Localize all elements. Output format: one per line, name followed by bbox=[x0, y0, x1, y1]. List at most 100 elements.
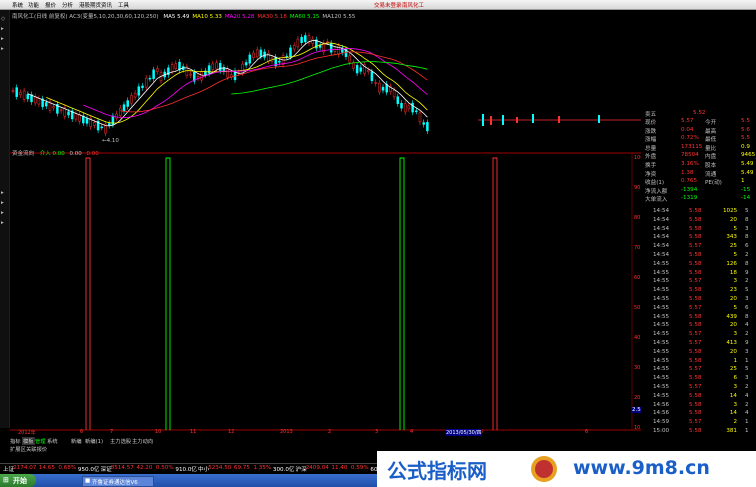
quote-info-label: 涨跌 bbox=[645, 128, 657, 135]
quote-info-row: 净资 1.38 流通 5.49 bbox=[641, 170, 756, 178]
quote-info-row: 净流入额 -1394 -15 bbox=[641, 187, 756, 195]
left-strip-glyph[interactable]: ◇ bbox=[1, 16, 5, 22]
quote-info-value: 78504 bbox=[681, 152, 699, 159]
candle-body bbox=[218, 62, 222, 71]
indicator-legend: 资金流向 介入 0.00 0.00 0.00 bbox=[12, 149, 99, 157]
tick-volume: 3 bbox=[733, 401, 737, 408]
menu-item-system[interactable]: 系统 bbox=[12, 1, 23, 9]
quote-info-label: 今开 bbox=[705, 120, 717, 126]
candle-body bbox=[19, 92, 22, 96]
candle-body bbox=[366, 69, 370, 72]
tick-time: 14:55 bbox=[653, 322, 670, 329]
chart-area[interactable] bbox=[10, 10, 641, 436]
tick-price: 5.58 bbox=[689, 208, 702, 214]
left-strip-glyph[interactable]: ▸ bbox=[1, 210, 4, 216]
date-tick-label: 3 bbox=[375, 429, 379, 435]
tick-time: 15:00 bbox=[653, 428, 670, 434]
menu-item-quote[interactable]: 报价 bbox=[45, 1, 56, 9]
tick-count: 1 bbox=[745, 428, 749, 434]
candle-body bbox=[130, 95, 133, 104]
trade-login-status[interactable]: 交易未登录 bbox=[374, 1, 402, 9]
menu-item-news[interactable]: 资讯 bbox=[101, 1, 112, 9]
tick-count: 4 bbox=[745, 410, 749, 417]
tick-row: 14:55 5.58 439 8 bbox=[641, 314, 756, 322]
tick-volume: 413 bbox=[726, 340, 737, 346]
candle-body bbox=[67, 111, 70, 116]
start-button[interactable]: ⊞ 开始 bbox=[0, 474, 36, 487]
tab-indicator[interactable]: 指标 bbox=[10, 437, 21, 445]
indicator-in-label: 介入 bbox=[39, 151, 51, 157]
candle-body bbox=[355, 64, 359, 74]
tick-price: 5.57 bbox=[689, 304, 702, 311]
tab-system[interactable]: 系统 bbox=[47, 437, 58, 445]
tick-time: 14:55 bbox=[653, 348, 670, 355]
menu-item-analysis[interactable]: 分析 bbox=[62, 1, 73, 9]
quote-info-value: 0.04 bbox=[681, 126, 694, 133]
ma-legend-item: MA20 5.28 bbox=[224, 14, 255, 20]
left-strip-glyph[interactable]: ▸ bbox=[1, 46, 4, 52]
candle-body bbox=[418, 112, 422, 123]
candle-body bbox=[11, 90, 15, 92]
tick-volume: 5 bbox=[733, 252, 737, 258]
ma-legend-item: MA5 5.49 bbox=[163, 14, 190, 20]
candle-body bbox=[311, 38, 314, 44]
indicator-spikes bbox=[85, 157, 498, 430]
candle-body bbox=[211, 63, 215, 71]
quote-info-value: 3.16% bbox=[681, 161, 699, 167]
quote-info-label: 最低 bbox=[705, 137, 717, 144]
tick-row: 14:55 5.57 25 5 bbox=[641, 366, 756, 374]
candle-body bbox=[378, 82, 381, 93]
candle-body bbox=[78, 114, 81, 122]
menu-item-function[interactable]: 功能 bbox=[28, 1, 39, 9]
ma-legend-item: MA60 5.15 bbox=[289, 14, 320, 20]
tab-related-quote[interactable]: 关联报价 bbox=[26, 445, 47, 453]
tick-price: 5.58 bbox=[689, 392, 702, 399]
candle-body bbox=[133, 92, 137, 98]
left-strip-glyph[interactable]: ▸ bbox=[1, 220, 4, 226]
tab-new-1[interactable]: 新编(1) bbox=[85, 437, 103, 445]
status-item: 1.35% bbox=[253, 465, 272, 471]
tick-count: 5 bbox=[745, 208, 749, 214]
tab-main-selection[interactable]: 主力选股 bbox=[110, 437, 131, 445]
quote-info-value: -15 bbox=[741, 186, 751, 193]
taskbar-app-button[interactable]: ■ 齐鲁证券通达信V6 bbox=[82, 476, 154, 487]
tick-count: 3 bbox=[745, 348, 749, 355]
status-item: 69.75 bbox=[233, 465, 250, 471]
candle-body bbox=[15, 87, 18, 97]
tick-price: 5.57 bbox=[689, 331, 702, 338]
tick-volume: 18 bbox=[729, 269, 737, 276]
candle-body bbox=[403, 103, 407, 113]
tab-new[interactable]: 新编 bbox=[71, 437, 82, 445]
menu-item-hk-futures[interactable]: 港股期货 bbox=[79, 1, 101, 9]
left-strip-glyph[interactable]: ▸ bbox=[1, 200, 4, 206]
left-strip-glyph[interactable]: ▸ bbox=[1, 36, 4, 42]
tick-row: 14:55 5.57 413 9 bbox=[641, 340, 756, 348]
tick-count: 9 bbox=[745, 340, 749, 346]
candle-body bbox=[107, 123, 111, 126]
tick-row: 14:54 5.58 343 8 bbox=[641, 234, 756, 242]
price-snippet bbox=[478, 114, 641, 126]
tick-count: 4 bbox=[745, 322, 749, 329]
tick-count: 3 bbox=[745, 225, 749, 232]
menu-item-tools[interactable]: 工具 bbox=[118, 1, 129, 9]
quote-info-row: 收益(1) 0.765 PE(动) 1 bbox=[641, 178, 756, 186]
quote-info-value: -14 bbox=[741, 195, 751, 202]
indicator-spike bbox=[85, 157, 91, 430]
tab-template[interactable]: 模板 bbox=[22, 437, 35, 445]
candle-body bbox=[141, 85, 144, 88]
tick-count: 6 bbox=[745, 304, 749, 311]
tab-extension[interactable]: 扩展区 bbox=[10, 445, 26, 453]
tab-manage[interactable]: 管理 bbox=[35, 437, 46, 445]
left-strip-glyph[interactable]: ▸ bbox=[1, 190, 4, 196]
quote-info-row: 涨幅 0.72% 最低 5.5 bbox=[641, 135, 756, 143]
tick-volume: 1 bbox=[733, 357, 737, 364]
left-strip-glyph[interactable]: ▸ bbox=[1, 26, 4, 32]
snippet-candle bbox=[532, 114, 534, 123]
tick-price: 5.57 bbox=[689, 278, 702, 285]
ma-legend-item: MA120 5.55 bbox=[322, 14, 356, 20]
tick-time: 14:54 bbox=[653, 243, 670, 250]
candle-body bbox=[22, 90, 26, 100]
quote-info-label: 总量 bbox=[645, 145, 657, 152]
tick-row: 14:59 5.57 2 1 bbox=[641, 419, 756, 427]
tab-main-trend[interactable]: 主力动向 bbox=[132, 437, 153, 445]
